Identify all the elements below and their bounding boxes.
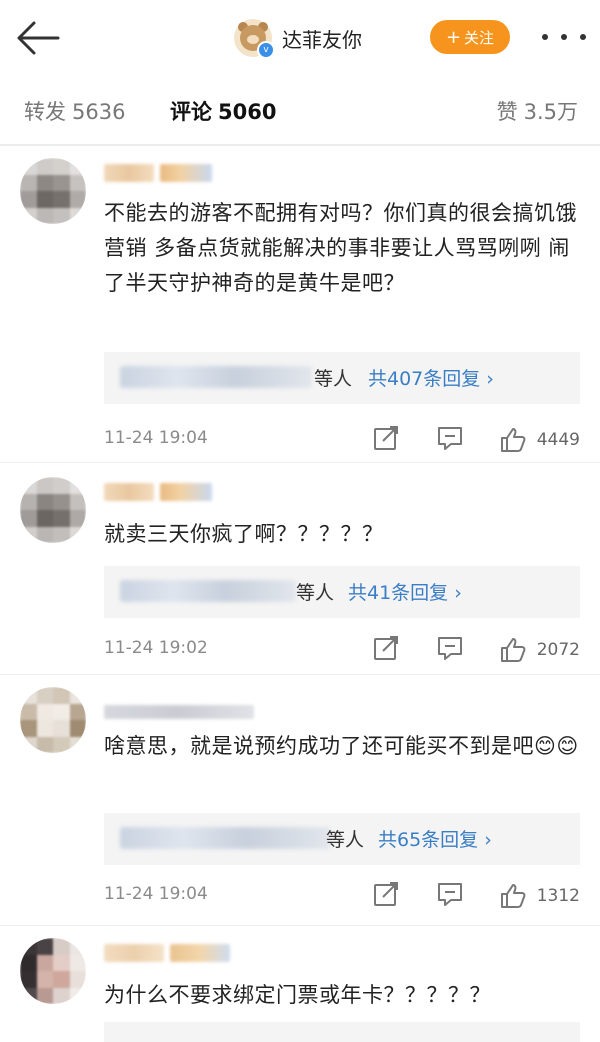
reply-suffix: 等人 — [296, 582, 335, 604]
tab-like[interactable]: 赞 3.5万 — [497, 96, 578, 126]
tab-like-label: 赞 — [496, 100, 518, 124]
more-dots-icon[interactable] — [542, 26, 586, 48]
avatar[interactable] — [20, 687, 86, 753]
divider — [0, 674, 600, 675]
reply-preview[interactable]: 等人 共65条回复 › — [104, 813, 580, 865]
comment-icon[interactable] — [436, 880, 466, 908]
timestamp: 11-24 19:02 — [104, 638, 208, 658]
user-name-redacted[interactable] — [104, 162, 212, 184]
like-button[interactable]: 2072 — [499, 636, 580, 664]
avatar[interactable] — [20, 158, 86, 224]
reply-count-link[interactable]: 共407条回复 › — [368, 364, 494, 391]
tab-like-count: 3.5万 — [523, 100, 578, 124]
timestamp: 11-24 19:04 — [104, 884, 208, 904]
share-icon[interactable] — [372, 634, 402, 662]
avatar[interactable] — [20, 477, 86, 543]
thumbs-up-icon — [500, 638, 526, 662]
share-icon[interactable] — [372, 880, 402, 908]
comment-meta: 11-24 19:04 1312 — [104, 880, 580, 910]
reply-users-redacted — [120, 827, 330, 849]
reply-preview[interactable] — [104, 1022, 580, 1042]
comment-icon[interactable] — [436, 634, 466, 662]
tab-comment-label: 评论 — [170, 100, 212, 124]
divider — [0, 925, 600, 926]
tab-repost[interactable]: 转发 5636 — [24, 96, 125, 126]
user-name[interactable]: 达菲友你 — [282, 24, 362, 53]
user-name-redacted[interactable] — [104, 481, 212, 503]
like-count: 1312 — [536, 886, 580, 906]
reply-count-link[interactable]: 共41条回复 › — [348, 578, 462, 605]
comment-meta: 11-24 19:04 4449 — [104, 424, 580, 454]
timestamp: 11-24 19:04 — [104, 428, 208, 448]
reply-suffix: 等人 — [314, 368, 353, 390]
share-icon[interactable] — [372, 424, 402, 452]
divider — [0, 462, 600, 463]
like-count: 4449 — [536, 430, 580, 450]
comment-text: 啥意思，就是说预约成功了还可能买不到是吧😊😊 — [104, 734, 579, 758]
profile-title[interactable]: v 达菲友你 — [234, 16, 362, 60]
reply-suffix: 等人 — [326, 829, 365, 851]
like-count: 2072 — [536, 640, 580, 660]
avatar[interactable] — [20, 938, 86, 1004]
thumbs-up-icon — [500, 884, 526, 908]
follow-label: 关注 — [464, 28, 495, 47]
top-bar: v 达菲友你 + 关注 — [0, 0, 600, 80]
reply-users-redacted — [120, 580, 296, 602]
tab-bar: 转发 5636 评论 5060 赞 3.5万 — [0, 84, 600, 140]
comment-icon[interactable] — [436, 424, 466, 452]
tab-repost-count: 5636 — [72, 100, 126, 124]
comment-text: 不能去的游客不配拥有对吗？你们真的很会搞饥饿营销 多备点货就能解决的事非要让人骂… — [104, 201, 577, 295]
reply-count-link[interactable]: 共65条回复 › — [378, 825, 492, 852]
comment-text: 就卖三天你疯了啊？？？？？ — [104, 522, 384, 546]
like-button[interactable]: 4449 — [499, 426, 580, 454]
comment-meta: 11-24 19:02 2072 — [104, 634, 580, 664]
tab-repost-label: 转发 — [24, 100, 66, 124]
avatar[interactable]: v — [234, 19, 275, 59]
verified-badge-icon: v — [257, 41, 275, 59]
tab-comment-count: 5060 — [218, 100, 277, 124]
reply-preview[interactable]: 等人 共407条回复 › — [104, 352, 580, 404]
reply-preview[interactable]: 等人 共41条回复 › — [104, 566, 580, 618]
follow-button[interactable]: + 关注 — [430, 20, 510, 54]
tab-comment[interactable]: 评论 5060 — [170, 96, 276, 126]
user-name-redacted[interactable] — [104, 942, 230, 964]
plus-icon: + — [445, 26, 462, 48]
thumbs-up-icon — [500, 428, 526, 452]
reply-users-redacted — [120, 366, 312, 388]
divider — [0, 144, 600, 146]
like-button[interactable]: 1312 — [499, 882, 580, 910]
back-arrow-icon[interactable] — [14, 18, 62, 58]
user-name-redacted[interactable] — [104, 701, 254, 723]
comment-text: 为什么不要求绑定门票或年卡？？？？？ — [104, 983, 491, 1007]
